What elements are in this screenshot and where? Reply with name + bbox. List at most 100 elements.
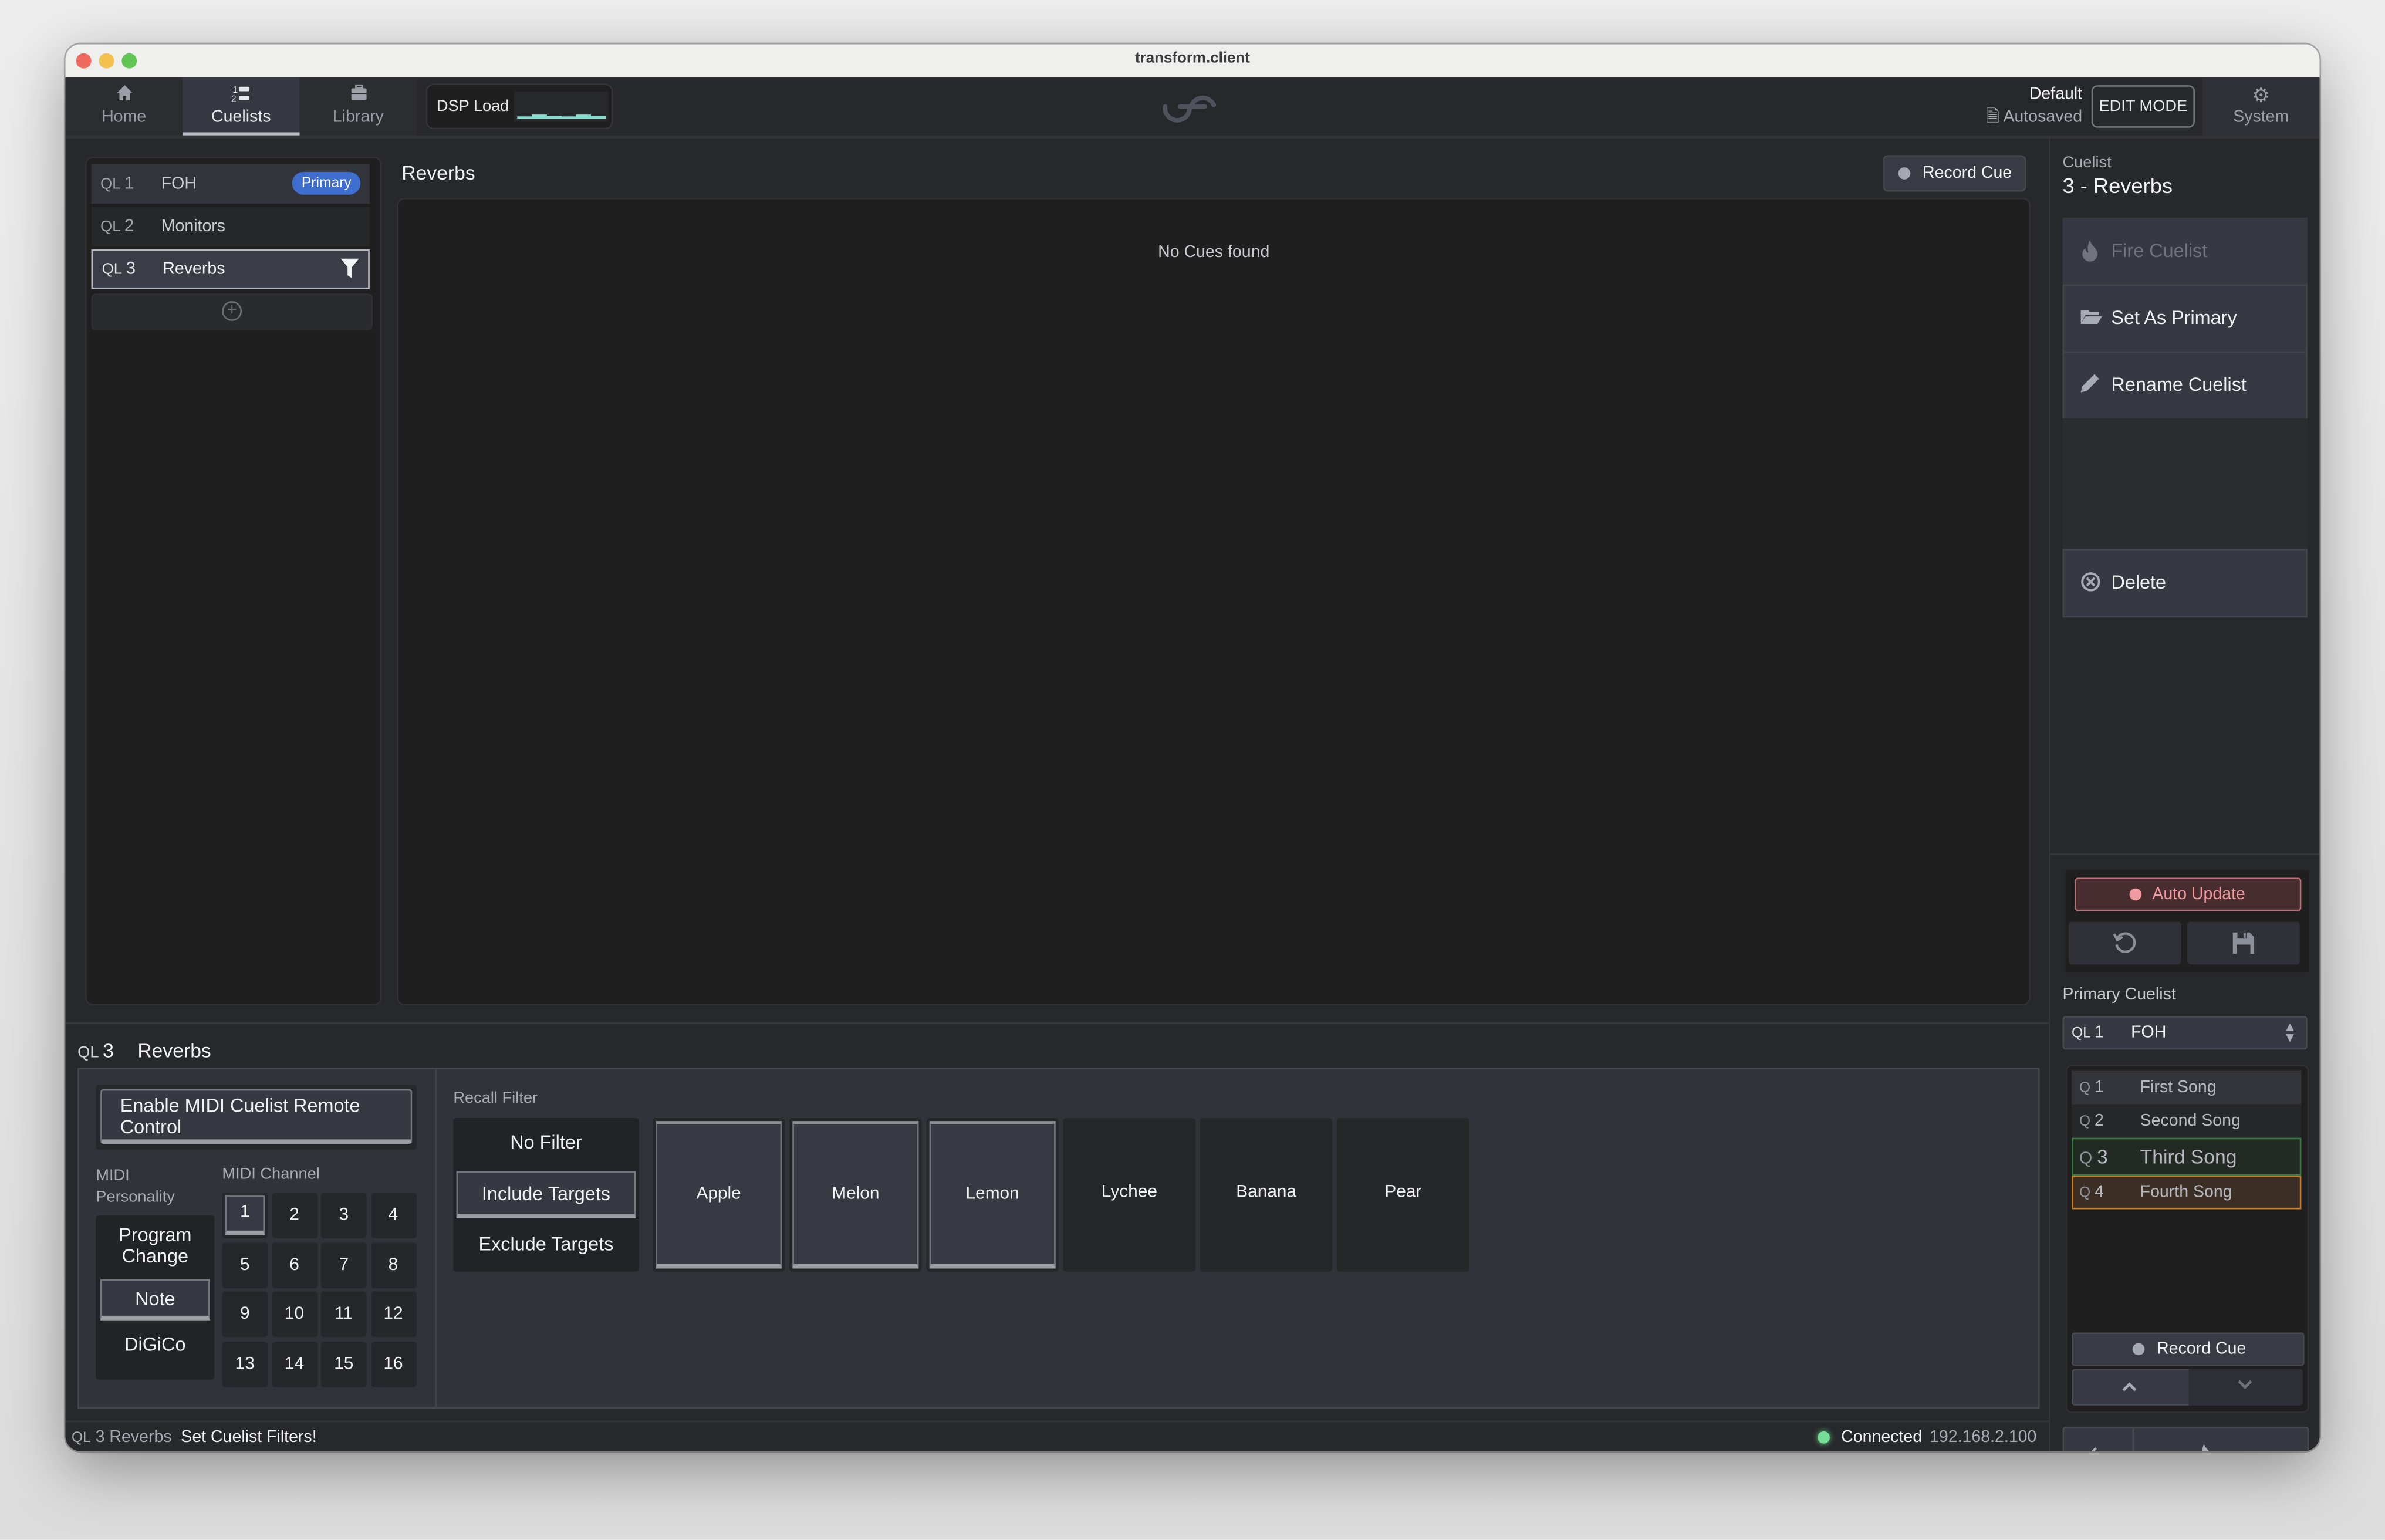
dsp-load-bar [568,116,576,119]
delete-cuelist-button[interactable]: Delete [2062,549,2308,618]
autosave-icon: 🗎 [1986,108,2000,127]
set-as-primary-button[interactable]: Set As Primary [2062,284,2308,353]
midi-channel-4[interactable]: 4 [370,1192,416,1238]
cuelist-item[interactable]: QL 2 Monitors [91,207,370,246]
midi-channel-3[interactable]: 3 [320,1192,367,1238]
filter-target-lemon[interactable]: Lemon [926,1117,1059,1272]
dsp-load-bar [576,114,584,119]
midi-channel-7[interactable]: 7 [320,1242,367,1288]
filter-target-banana[interactable]: Banana [1200,1117,1333,1272]
ip-address: 192.168.2.100 [1930,1428,2037,1447]
midi-channel-12[interactable]: 12 [370,1291,416,1338]
midi-channel-14[interactable]: 14 [271,1340,317,1387]
midi-channel-2[interactable]: 2 [271,1192,317,1238]
cuelist-name: Reverbs [163,260,225,279]
cue-item[interactable]: Q 2 Second Song [2072,1104,2302,1138]
cuelist-name: FOH [161,175,197,194]
cuelist-list: QL 1 FOH Primary QL 2 Monitors QL 3 Reve… [85,156,382,1006]
midi-channel-1[interactable]: 1 [222,1192,268,1238]
midi-personality-label: MIDI Personality [96,1166,175,1207]
cue-item-active[interactable]: Q 3 Third Song [2072,1137,2302,1176]
dsp-load-bar [561,116,569,119]
record-icon [1898,167,1911,180]
app-window: transform.client Home 12 Cuelists Librar… [65,44,2320,1451]
filter-mode-exclude[interactable]: Exclude Targets [453,1234,639,1255]
revert-button[interactable] [2068,921,2181,965]
tab-system[interactable]: ⚙ System [2202,77,2320,136]
record-cue-button[interactable]: Record Cue [1883,155,2026,192]
tab-home[interactable]: Home [65,77,183,136]
dsp-load-meter: DSP Load [425,83,613,130]
profile-name: Default [2029,85,2083,104]
app-logo [1159,85,1223,128]
recall-filter-mode-selector: No Filter Include Targets Exclude Target… [453,1117,639,1272]
tab-library-label: Library [332,108,384,127]
add-cuelist-button[interactable]: + [91,293,373,330]
primary-cuelist-select[interactable]: QL 1 FOH ▲ ▼ [2062,1016,2308,1050]
midi-channel-11[interactable]: 11 [320,1291,367,1338]
empty-message: No Cues found [1158,243,1270,262]
gear-icon: ⚙ [2252,83,2270,107]
pencil-icon [2080,374,2102,396]
divider [65,1022,2049,1024]
auto-update-button[interactable]: Auto Update [2075,877,2302,911]
dsp-load-label: DSP Load [436,97,509,116]
midi-channel-13[interactable]: 13 [222,1340,268,1387]
save-status: Autosaved [2003,108,2083,127]
cue-item[interactable]: Q 1 First Song [2072,1070,2302,1105]
midi-channel-15[interactable]: 15 [320,1340,367,1387]
arrow-left-icon [2091,1447,2097,1451]
status-cuelist: 3 Reverbs [95,1428,172,1447]
filter-target-melon[interactable]: Melon [789,1117,922,1272]
personality-digico[interactable]: DiGiCo [96,1332,214,1356]
tab-cuelists[interactable]: 12 Cuelists [183,77,300,136]
tab-library[interactable]: Library [299,77,417,136]
desktop: transform.client Home 12 Cuelists Librar… [0,0,2385,1539]
filter-target-pear[interactable]: Pear [1337,1117,1469,1272]
chevron-down-icon [2238,1380,2252,1390]
midi-channel-9[interactable]: 9 [222,1291,268,1338]
home-icon [65,84,183,108]
svg-text:1: 1 [232,85,237,95]
personality-program-change[interactable]: Program Change [96,1224,214,1267]
dsp-load-graph [514,91,609,122]
personality-note[interactable]: Note [100,1279,210,1321]
filter-targets: Apple Melon Lemon Lychee Banana Pear [652,1117,1471,1272]
midi-channel-label: MIDI Channel [222,1165,320,1184]
midi-channel-6[interactable]: 6 [271,1242,317,1288]
midi-channel-16[interactable]: 16 [370,1340,416,1387]
filter-target-lychee[interactable]: Lychee [1063,1117,1196,1272]
dsp-load-bar [583,114,592,119]
edit-mode-button[interactable]: EDIT MODE [2091,85,2195,128]
filter-mode-include[interactable]: Include Targets [456,1171,636,1219]
save-button[interactable] [2187,921,2300,965]
record-cue-sidebar-button[interactable]: Record Cue [2072,1332,2305,1366]
filter-mode-none[interactable]: No Filter [453,1132,639,1153]
next-cue-button[interactable] [2188,1369,2303,1406]
dsp-load-bar [524,116,532,119]
fire-cuelist-button[interactable]: Fire Cuelist [2062,217,2308,286]
midi-channel-5[interactable]: 5 [222,1242,268,1288]
select-arrows-icon: ▲ ▼ [2283,1019,2297,1045]
cuelist-item-selected[interactable]: QL 3 Reverbs [91,249,370,289]
midi-settings: Enable MIDI Cuelist Remote Control MIDI … [79,1069,437,1407]
fire-next-cue-button[interactable]: Q 4 [2134,1428,2307,1451]
rename-cuelist-button[interactable]: Rename Cuelist [2062,351,2308,420]
back-button[interactable] [2064,1428,2134,1451]
dsp-load-bar [590,116,599,119]
filter-target-apple[interactable]: Apple [652,1117,785,1272]
chevron-up-icon [2122,1382,2137,1392]
cue-item-next[interactable]: Q 4 Fourth Song [2072,1176,2302,1210]
profile-status: Default 🗎 Autosaved [1986,84,2082,130]
enable-midi-remote-toggle[interactable]: Enable MIDI Cuelist Remote Control [100,1089,413,1144]
top-nav: Home 12 Cuelists Library DSP Load Defaul… [65,77,2320,139]
midi-channel-8[interactable]: 8 [370,1242,416,1288]
folder-open-icon [2080,308,2102,329]
cue-list-area: No Cues found [397,197,2031,1006]
midi-channel-10[interactable]: 10 [271,1291,317,1338]
filter-icon [340,258,359,279]
cuelist-item[interactable]: QL 1 FOH Primary [91,164,370,204]
save-icon [2232,932,2255,954]
previous-cue-button[interactable] [2072,1369,2191,1406]
window-title: transform.client [1135,50,1250,67]
